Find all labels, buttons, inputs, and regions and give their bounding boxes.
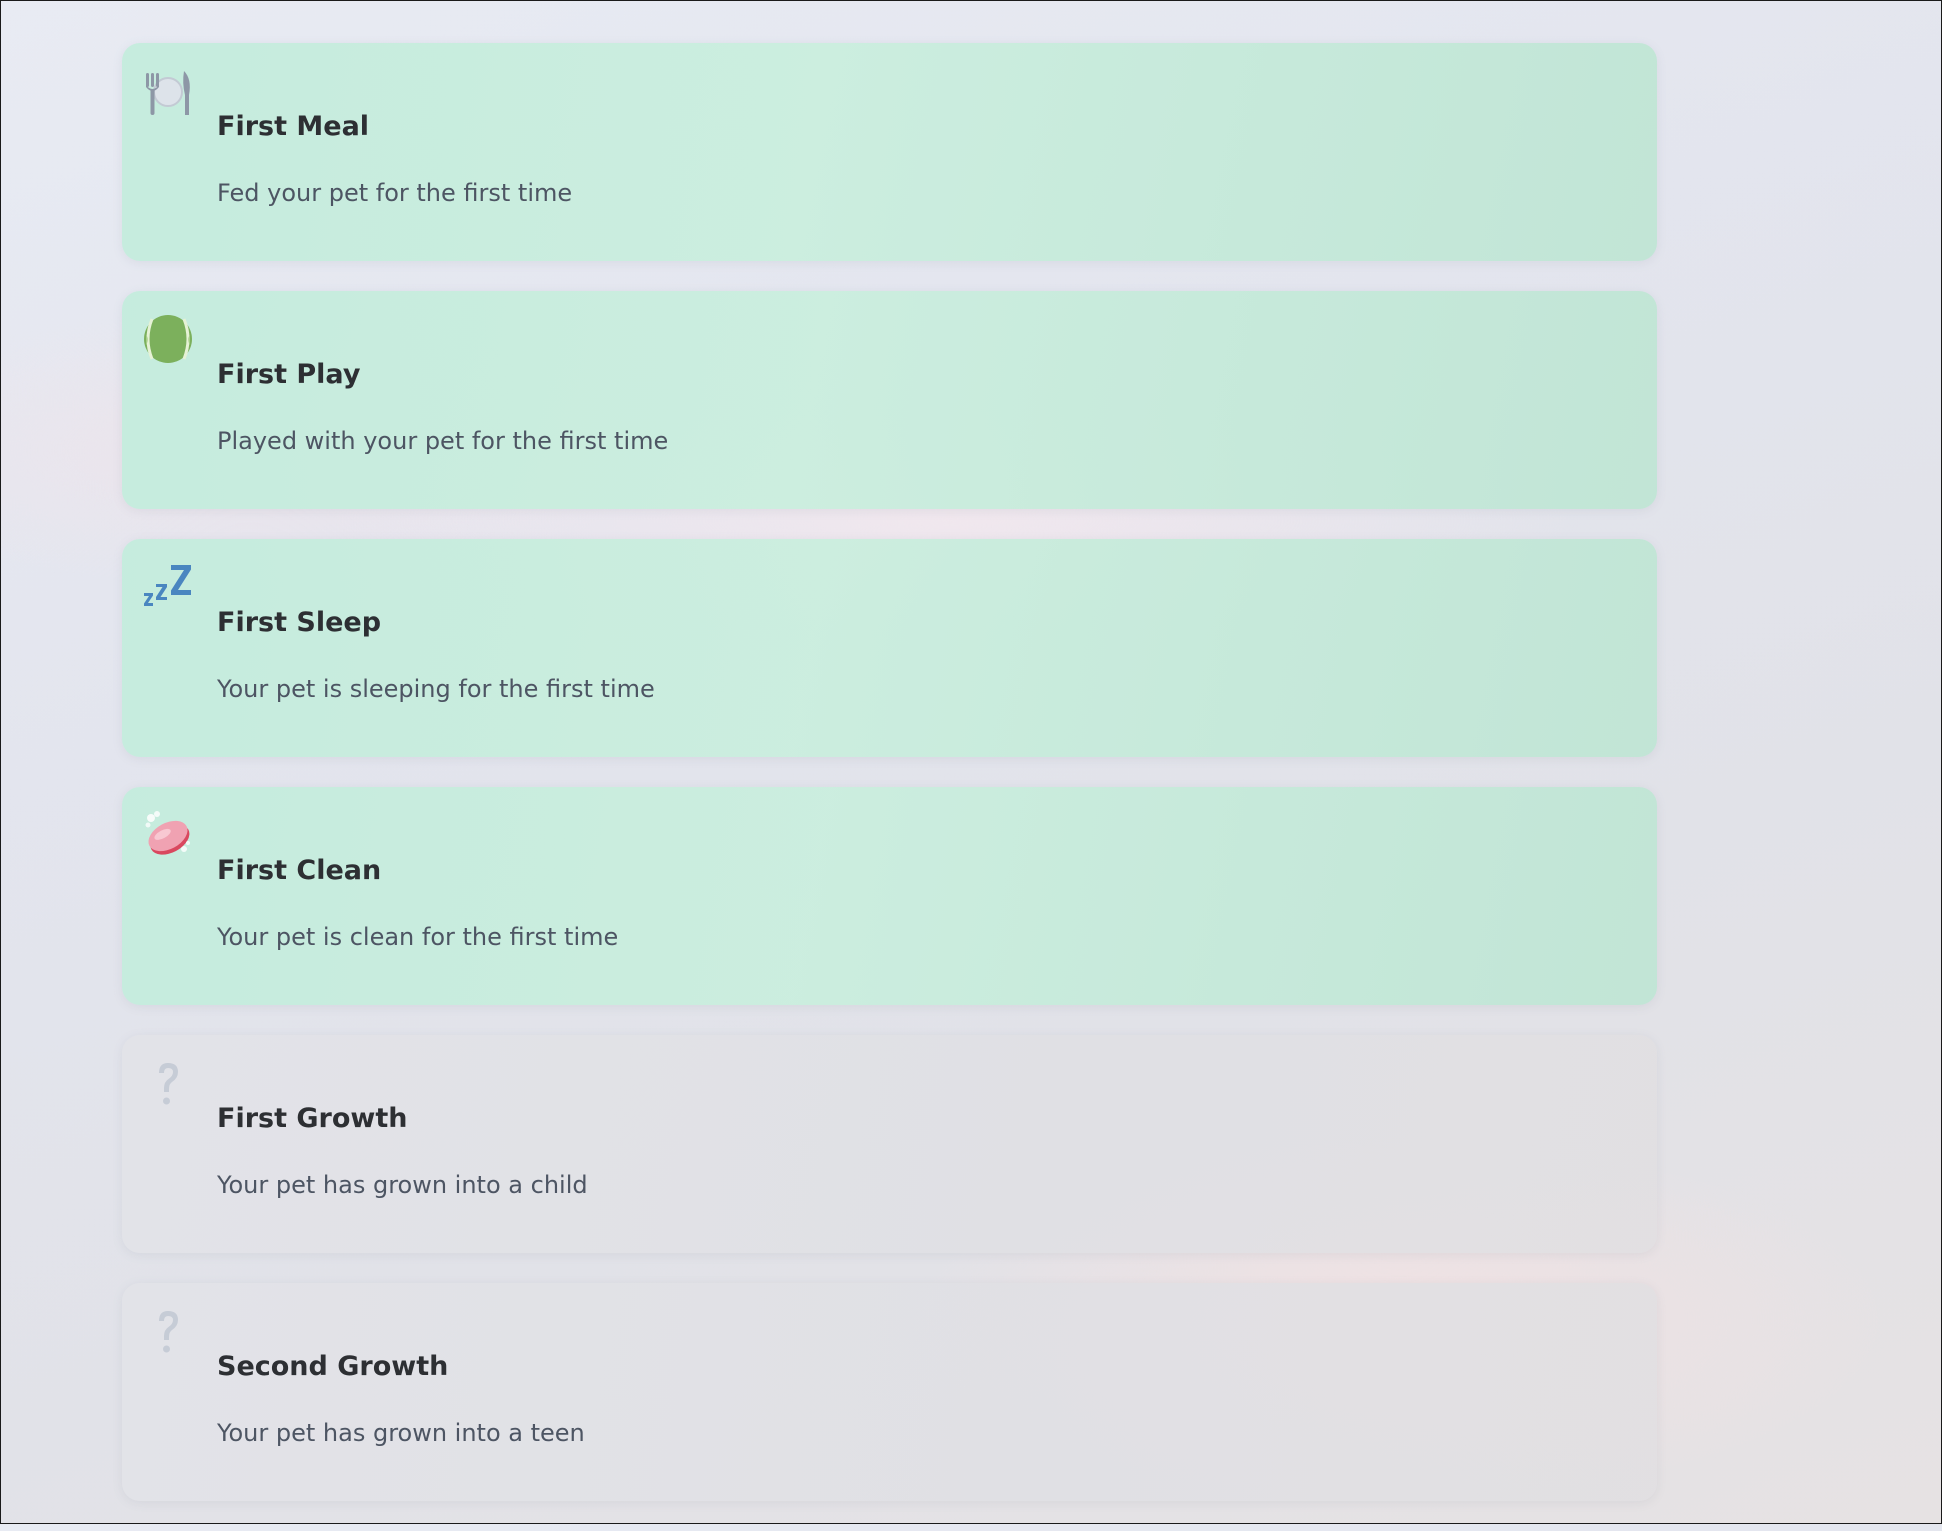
achievement-description: Your pet has grown into a teen [217,1419,585,1447]
achievement-title: First Clean [217,855,382,886]
question-mark-icon [142,1305,194,1357]
zzz-sleep-icon [142,561,194,613]
achievement-description: Your pet has grown into a child [217,1171,588,1199]
achievement-card-first-meal: First Meal Fed your pet for the first ti… [122,43,1657,261]
achievement-description: Played with your pet for the first time [217,427,669,455]
achievement-card-first-growth: First Growth Your pet has grown into a c… [122,1035,1657,1253]
tennis-ball-icon [142,313,194,365]
achievement-title: First Play [217,359,361,390]
question-mark-icon [142,1057,194,1109]
achievements-list: First Meal Fed your pet for the first ti… [122,43,1657,1531]
fork-knife-plate-icon [142,65,194,117]
achievement-description: Your pet is clean for the first time [217,923,619,951]
soap-icon [142,809,194,861]
achievement-description: Fed your pet for the first time [217,179,573,207]
achievement-card-first-play: First Play Played with your pet for the … [122,291,1657,509]
achievement-card-second-growth: Second Growth Your pet has grown into a … [122,1283,1657,1501]
achievement-card-first-sleep: First Sleep Your pet is sleeping for the… [122,539,1657,757]
achievement-title: First Sleep [217,607,382,638]
achievement-card-first-clean: First Clean Your pet is clean for the fi… [122,787,1657,1005]
achievement-title: First Meal [217,111,370,142]
achievement-description: Your pet is sleeping for the first time [217,675,655,703]
achievement-title: Second Growth [217,1351,449,1382]
achievement-title: First Growth [217,1103,408,1134]
